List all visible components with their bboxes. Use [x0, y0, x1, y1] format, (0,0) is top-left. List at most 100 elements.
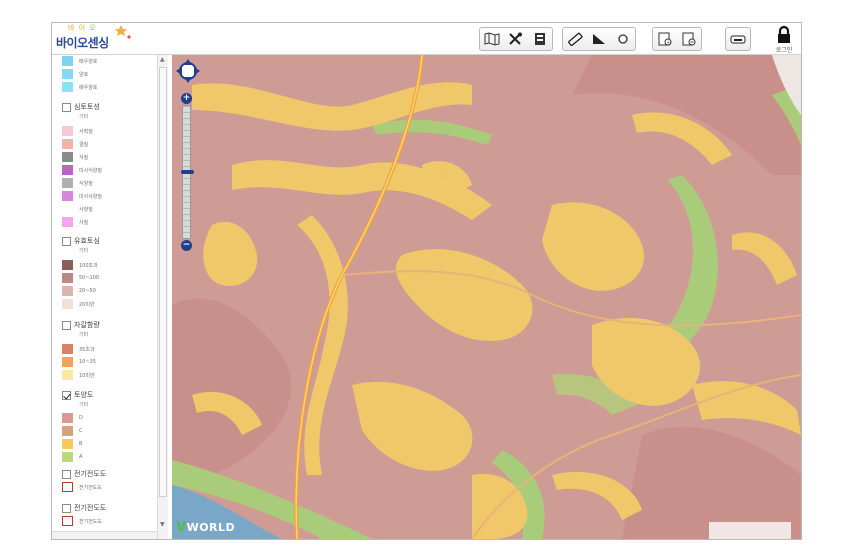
legend-item-label: 10미만: [79, 372, 95, 379]
layer-checkbox[interactable]: [62, 469, 71, 479]
legend-item: 사양질: [62, 203, 93, 215]
app-logo[interactable]: 바 이 오 바이오센싱: [54, 23, 144, 53]
legend-group-sub: 기타: [79, 114, 89, 120]
legend-swatch: [62, 69, 73, 79]
soil-map-layer: [172, 55, 801, 539]
scrollbar-thumb[interactable]: [159, 67, 167, 497]
legend-item-label: 사질: [79, 219, 89, 226]
legend-item-label: C: [79, 428, 83, 434]
sidebar-vertical-scrollbar[interactable]: ▲ ▼: [157, 55, 168, 539]
legend-swatch: [62, 273, 73, 283]
zoom-in-button[interactable]: +: [181, 93, 192, 104]
layer-checkbox[interactable]: [62, 503, 71, 513]
legend-swatch: [62, 191, 73, 201]
print-icon[interactable]: [726, 28, 750, 50]
legend-item-label: 매우양호: [79, 84, 98, 91]
legend-item: 10미만: [62, 369, 95, 381]
layer-checkbox[interactable]: [62, 320, 71, 330]
login-button[interactable]: 로그인: [771, 25, 797, 54]
legend-group-sub: 기타: [79, 248, 89, 254]
logo-star-icon: [115, 25, 131, 39]
layer-checkbox[interactable]: [62, 236, 71, 246]
legend-item: 전기전도도: [62, 481, 102, 493]
area-icon[interactable]: [587, 28, 611, 50]
toolbar-group-report: +: [652, 27, 702, 51]
legend-item: 매우양호: [62, 55, 97, 67]
legend-item-label: A: [79, 454, 83, 460]
zoom-control: + −: [181, 93, 194, 251]
legend-group-soil-map[interactable]: 토양도: [62, 389, 93, 401]
map-viewport[interactable]: + − VWORLD: [172, 55, 801, 539]
header-bar: 바 이 오 바이오센싱 + 로그인: [52, 23, 801, 55]
sidebar-horizontal-scrollbar[interactable]: [52, 531, 157, 539]
legend-item-label: 10~35: [79, 359, 96, 365]
logo-title: 바이오센싱: [56, 36, 109, 50]
zoom-slider-handle[interactable]: [181, 170, 194, 174]
zoom-slider[interactable]: [181, 105, 194, 239]
ruler-icon[interactable]: [563, 28, 587, 50]
legend-swatch: [62, 152, 73, 162]
scroll-up-icon[interactable]: ▲: [160, 56, 165, 63]
legend-group-title: 자갈함량: [74, 321, 100, 329]
map-scale-box: [709, 522, 791, 539]
legend-swatch: [62, 357, 73, 367]
layer-checkbox[interactable]: [62, 102, 71, 112]
legend-swatch: [62, 139, 73, 149]
legend-sidebar: 매우양호 양호 매우양호 심토토성 기타 사력질 결질 식질 미사식양질 식양질…: [52, 55, 172, 539]
legend-item: 전기전도도: [62, 515, 102, 527]
report-alt-icon[interactable]: [677, 28, 701, 50]
layer-checkbox[interactable]: [62, 390, 71, 400]
legend-group-title: 토양도: [74, 391, 94, 399]
map-icon[interactable]: [480, 28, 504, 50]
legend-item-label: D: [79, 415, 83, 421]
legend-item: 10~35: [62, 356, 96, 368]
legend-swatch: [62, 217, 73, 227]
legend-swatch: [62, 413, 73, 423]
legend-item: 식질: [62, 151, 88, 163]
toolbar-group-print: [725, 27, 751, 51]
legend-item-label: 20미만: [79, 301, 95, 308]
legend-swatch: [62, 82, 73, 92]
legend-group-title: 유효토심: [74, 237, 100, 245]
legend-item-label: 식질: [79, 154, 89, 161]
vworld-logo-mark: V: [176, 520, 187, 535]
legend-item-label: B: [79, 441, 83, 447]
app-window: 바 이 오 바이오센싱 + 로그인 매우양호 양호 매우양호 심토토성 기타 사…: [51, 22, 802, 540]
legend-item: 35초과: [62, 343, 95, 355]
vworld-logo-text: WORLD: [186, 521, 236, 534]
legend-swatch: [62, 426, 73, 436]
legend-group-gravel[interactable]: 자갈함량: [62, 319, 100, 331]
legend-item-label: 100초과: [79, 262, 98, 269]
legend-swatch: [62, 204, 73, 214]
legend-swatch: [62, 482, 73, 492]
legend-item-label: 사력질: [79, 128, 93, 135]
tools-icon[interactable]: [504, 28, 528, 50]
legend-item: 식양질: [62, 177, 93, 189]
legend-group-conductivity[interactable]: 전기전도도: [62, 468, 106, 480]
zoom-out-button[interactable]: −: [181, 240, 192, 251]
legend-group-title: 전기전도도: [74, 504, 107, 512]
legend-group-sub: 기타: [79, 402, 89, 408]
legend-group-subsoil-texture[interactable]: 심토토성: [62, 101, 100, 113]
legend-group-title: 심토토성: [74, 103, 100, 111]
legend-group-conductivity-2[interactable]: 전기전도도: [62, 502, 106, 514]
scroll-down-icon[interactable]: ▼: [160, 521, 165, 528]
layers-icon[interactable]: [528, 28, 552, 50]
pan-control-icon[interactable]: [176, 59, 200, 83]
legend-item: 사질: [62, 216, 88, 228]
legend-group-soil-depth[interactable]: 유효토심: [62, 235, 100, 247]
legend-swatch: [62, 344, 73, 354]
legend-item-label: 전기전도도: [79, 518, 103, 525]
legend-swatch: [62, 452, 73, 462]
legend-item: 양호: [62, 68, 88, 80]
report-icon[interactable]: +: [653, 28, 677, 50]
legend-item: C: [62, 425, 83, 437]
legend-item: 매우양호: [62, 81, 97, 93]
legend-group-title: 전기전도도: [74, 470, 107, 478]
legend-swatch: [62, 178, 73, 188]
circle-icon[interactable]: [611, 28, 635, 50]
legend-item: 미사식양질: [62, 164, 102, 176]
legend-item-label: 사양질: [79, 206, 93, 213]
legend-item: 결질: [62, 138, 88, 150]
legend-item-label: 양호: [79, 71, 89, 78]
